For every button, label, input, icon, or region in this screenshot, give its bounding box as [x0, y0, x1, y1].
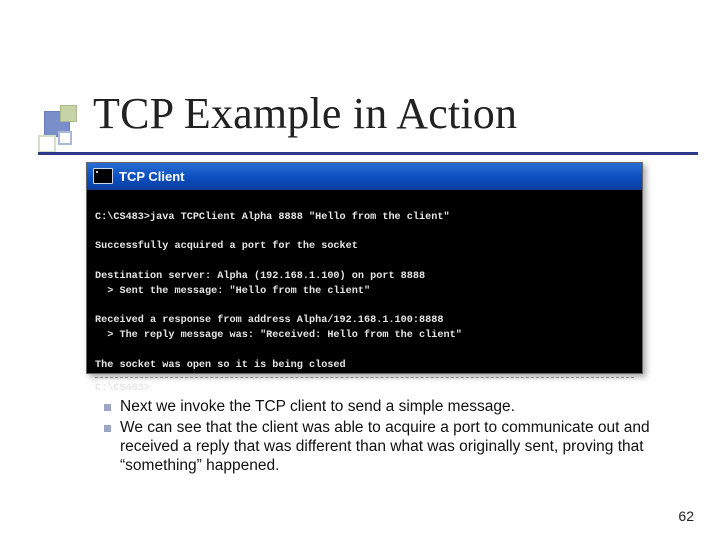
deco-square — [60, 105, 77, 122]
title-decoration — [38, 105, 98, 165]
slide: TCP Example in Action TCP Client C:\CS48… — [0, 0, 720, 540]
deco-square — [38, 135, 56, 153]
title-underline — [38, 152, 698, 155]
window-titlebar: TCP Client — [87, 163, 642, 190]
bullet-icon — [104, 425, 111, 432]
console-line: Successfully acquired a port for the soc… — [95, 241, 358, 252]
bullet-icon — [104, 404, 111, 411]
window-title: TCP Client — [119, 169, 185, 184]
list-item: We can see that the client was able to a… — [104, 419, 670, 476]
bullet-list: Next we invoke the TCP client to send a … — [104, 398, 670, 478]
console-divider — [95, 377, 634, 378]
deco-square — [58, 131, 72, 145]
list-item: Next we invoke the TCP client to send a … — [104, 398, 670, 417]
console-line: > Sent the message: "Hello from the clie… — [95, 286, 370, 297]
console-line: Destination server: Alpha (192.168.1.100… — [95, 271, 425, 282]
cmd-icon — [93, 168, 113, 184]
console-screenshot: TCP Client C:\CS483>java TCPClient Alpha… — [86, 162, 643, 374]
page-number: 62 — [678, 508, 694, 524]
console-body: C:\CS483>java TCPClient Alpha 8888 "Hell… — [87, 190, 642, 418]
bullet-text: Next we invoke the TCP client to send a … — [120, 398, 515, 417]
console-line: Received a response from address Alpha/1… — [95, 315, 443, 326]
slide-title: TCP Example in Action — [93, 88, 517, 139]
console-line: C:\CS483>java TCPClient Alpha 8888 "Hell… — [95, 212, 450, 223]
console-line: > The reply message was: "Received: Hell… — [95, 330, 462, 341]
bullet-text: We can see that the client was able to a… — [120, 419, 670, 476]
console-line: The socket was open so it is being close… — [95, 360, 346, 371]
console-line: C:\CS483> — [95, 383, 150, 394]
